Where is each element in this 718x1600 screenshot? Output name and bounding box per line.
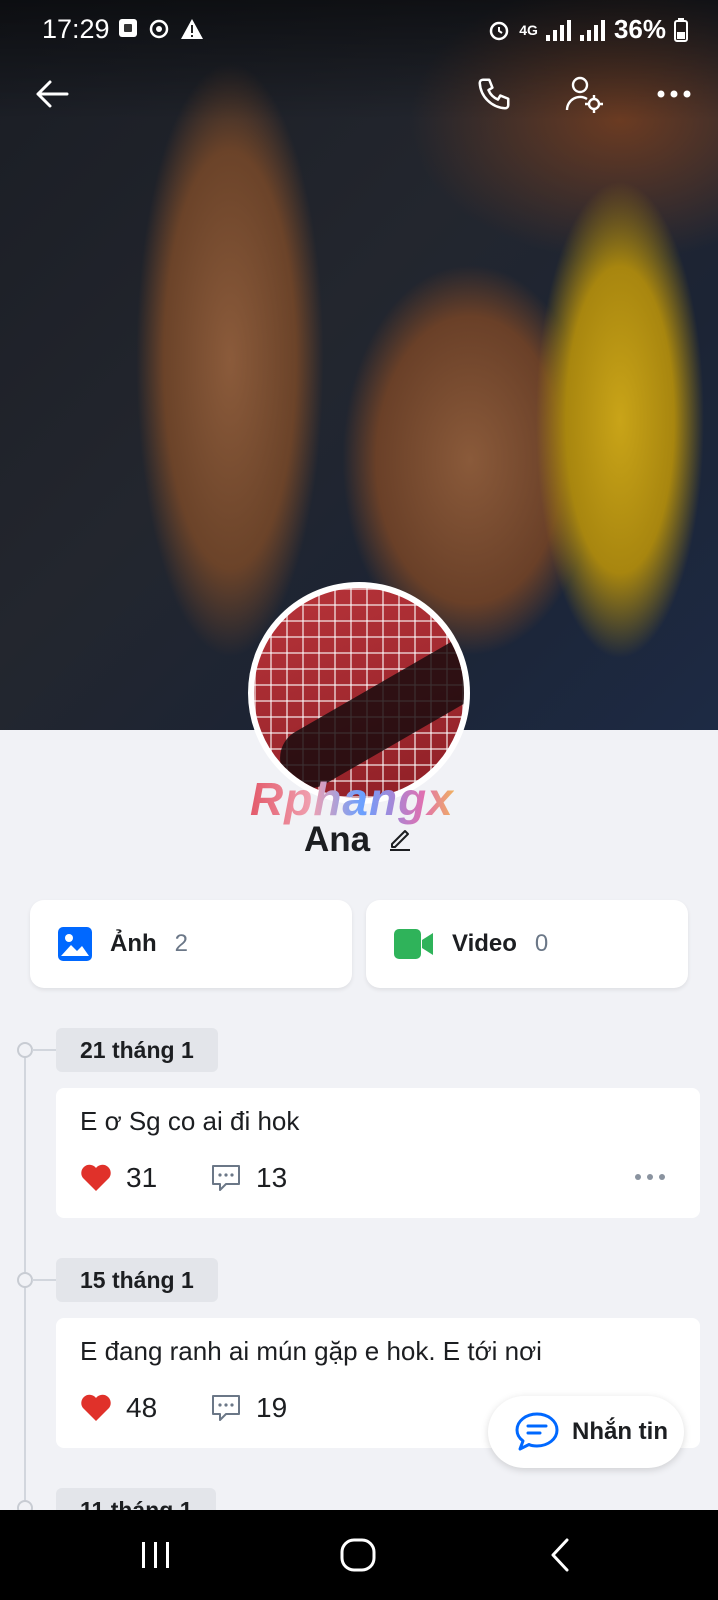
image-icon xyxy=(58,927,92,961)
more-button[interactable] xyxy=(646,66,702,122)
back-button[interactable] xyxy=(24,66,80,122)
chat-bubble-icon xyxy=(515,1412,559,1451)
photos-count: 2 xyxy=(174,930,189,957)
more-horizontal-icon xyxy=(657,90,691,98)
comment-icon xyxy=(212,1395,240,1421)
alarm-icon xyxy=(490,21,509,40)
video-camera-icon xyxy=(394,929,433,959)
more-horizontal-icon xyxy=(635,1174,665,1180)
comment-button[interactable]: 13 xyxy=(210,1162,287,1194)
message-button[interactable]: Nhắn tin xyxy=(488,1396,684,1468)
status-right: 4G 36% xyxy=(487,14,688,45)
arrow-left-icon xyxy=(36,80,69,108)
signal-icon-2 xyxy=(579,19,605,41)
videos-button[interactable]: Video 0 xyxy=(366,900,688,988)
status-bar: 17:29 4G 36% xyxy=(0,8,718,48)
user-settings-icon xyxy=(565,76,603,113)
recents-icon xyxy=(142,1542,169,1568)
comment-count: 13 xyxy=(256,1162,288,1193)
signal-icon xyxy=(545,19,571,41)
profile-settings-button[interactable] xyxy=(556,66,612,122)
heart-icon xyxy=(81,1164,111,1191)
home-button[interactable] xyxy=(318,1532,398,1578)
date-chip: 15 tháng 1 xyxy=(56,1258,218,1302)
status-time: 17:29 xyxy=(42,14,110,44)
photos-label: Ảnh xyxy=(110,930,157,957)
top-bar xyxy=(0,66,718,122)
profile-name: Ana xyxy=(303,820,371,859)
sync-icon xyxy=(149,19,169,39)
warning-icon xyxy=(181,19,203,39)
timeline-tick xyxy=(32,1279,56,1281)
notification-app-icon xyxy=(119,19,137,37)
home-icon xyxy=(340,1538,376,1572)
message-button-label: Nhắn tin xyxy=(572,1418,668,1445)
watermark: Rphangx xyxy=(250,773,454,825)
recent-apps-button[interactable] xyxy=(116,1532,196,1578)
like-count: 48 xyxy=(126,1392,158,1423)
videos-label: Video xyxy=(452,930,517,957)
pencil-icon xyxy=(390,829,411,851)
like-button[interactable]: 31 xyxy=(80,1162,210,1194)
photos-button[interactable]: Ảnh 2 xyxy=(30,900,352,988)
timeline-dot xyxy=(17,1042,33,1058)
battery-icon xyxy=(674,17,688,42)
timeline-dot xyxy=(17,1272,33,1288)
like-count: 31 xyxy=(126,1162,158,1193)
status-notification-icons xyxy=(118,18,204,40)
post-text: E đang ranh ai mún gặp e hok. E tới nơi xyxy=(80,1336,542,1366)
comment-button[interactable]: 19 xyxy=(210,1392,287,1424)
comment-icon xyxy=(212,1165,240,1191)
timeline-tick xyxy=(32,1049,56,1051)
post-text: E ơ Sg co ai đi hok xyxy=(80,1106,300,1136)
phone-icon xyxy=(478,78,510,110)
network-type: 4G xyxy=(519,21,538,38)
edit-name-button[interactable] xyxy=(386,824,414,857)
back-nav-button[interactable] xyxy=(520,1532,600,1578)
comment-count: 19 xyxy=(256,1392,288,1423)
battery-level: 36% xyxy=(613,14,666,44)
call-button[interactable] xyxy=(466,66,522,122)
like-button[interactable]: 48 xyxy=(80,1392,210,1424)
post-actions: 31 13 xyxy=(80,1162,287,1194)
heart-icon xyxy=(81,1394,111,1421)
chevron-left-icon xyxy=(551,1538,569,1572)
post-more-button[interactable] xyxy=(634,1168,666,1186)
videos-count: 0 xyxy=(534,930,549,957)
profile-name-row: Ana xyxy=(0,820,718,860)
avatar[interactable] xyxy=(248,582,470,804)
system-nav-bar xyxy=(0,1510,718,1600)
date-chip: 21 tháng 1 xyxy=(56,1028,218,1072)
post-actions: 48 19 xyxy=(80,1392,287,1424)
avatar-silhouette xyxy=(269,597,464,798)
post-card[interactable]: E ơ Sg co ai đi hok 31 13 xyxy=(56,1088,700,1218)
